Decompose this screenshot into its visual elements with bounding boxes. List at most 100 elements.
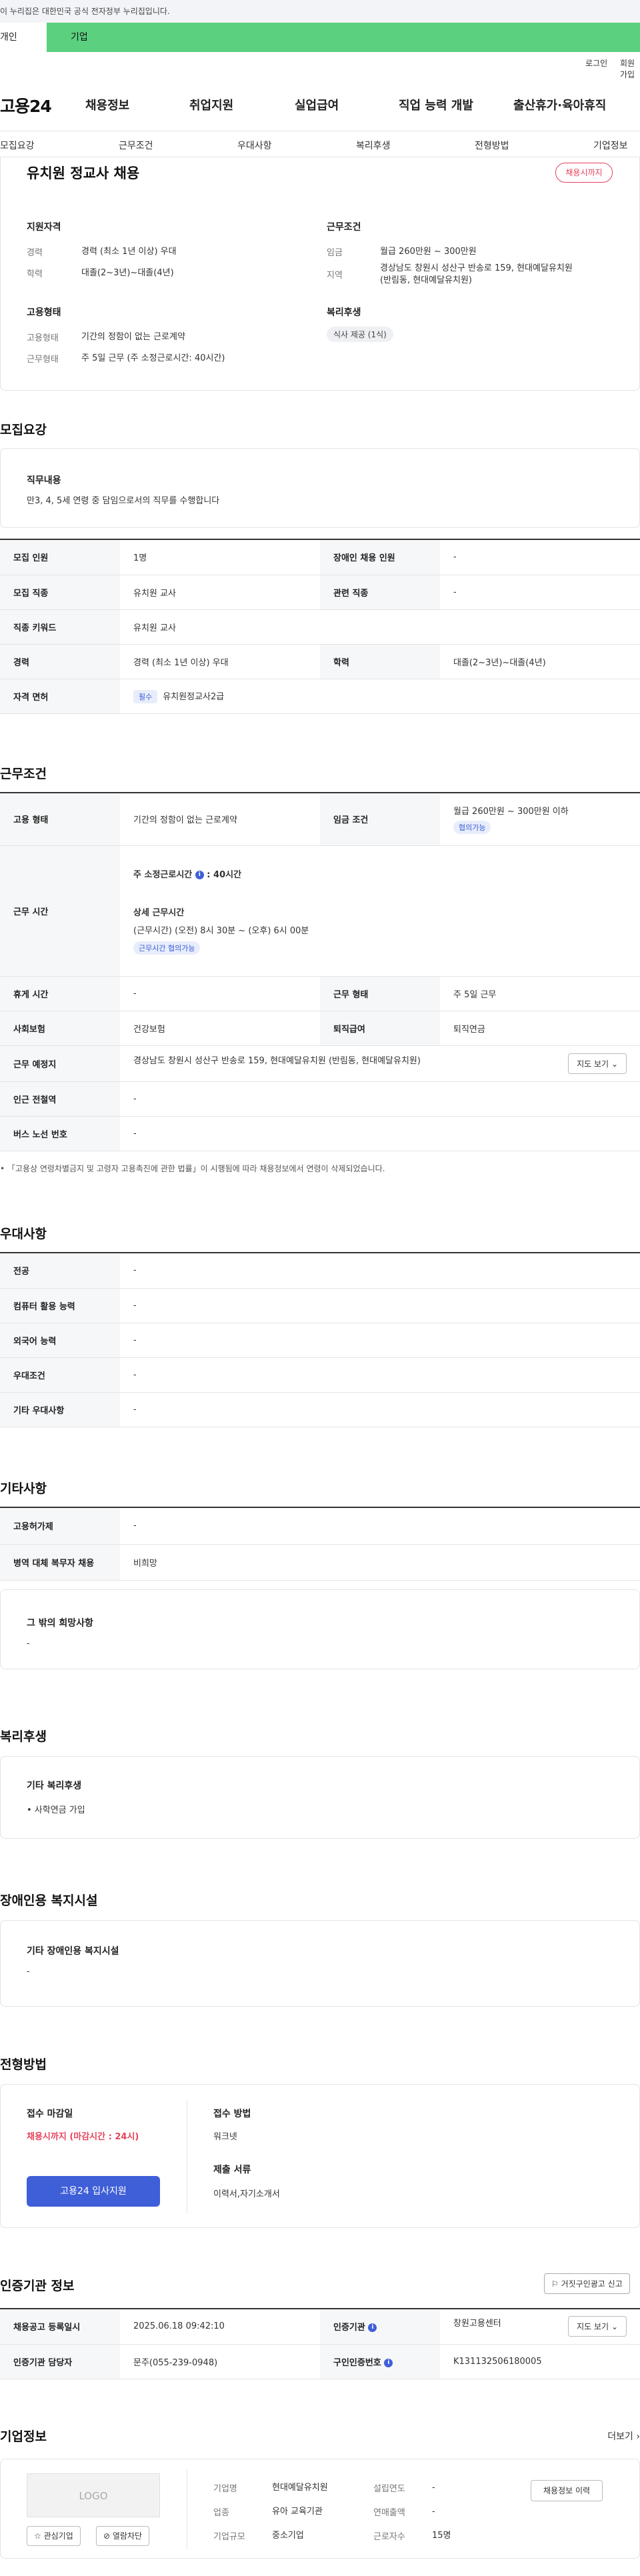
company-sales-label: 연매출액 [373, 2508, 405, 2518]
hours-cell: 주 소정근로시간 i : 40시간 상세 근무시간 (근무시간) (오전) 8시… [120, 845, 640, 977]
reg-date-label: 채용공고 등록일시 [0, 2309, 120, 2345]
subway-value: - [120, 1081, 640, 1117]
pc-label: 컴퓨터 활용 능력 [0, 1288, 120, 1323]
welfare-card-heading: 기타 복리후생 [27, 1781, 82, 1791]
gnb-item-unemployment[interactable]: 실업급여 [295, 96, 339, 113]
table-row: 전공 - [0, 1253, 640, 1289]
pref-cond-value: - [120, 1357, 640, 1393]
flag-icon: ⚐ [551, 2279, 559, 2289]
login-link[interactable]: 로그인 [585, 57, 607, 69]
lang-value: - [120, 1323, 640, 1358]
disability-card-heading: 기타 장애인용 복지시설 [27, 1946, 119, 1957]
chevron-right-icon: › [636, 2431, 640, 2442]
summary-edu-label: 학력 [27, 269, 43, 279]
subnav-recruit[interactable]: 모집요강 [0, 139, 35, 152]
info-icon[interactable]: i [384, 2358, 393, 2367]
gov-notice: 이 누리집은 대한민국 공식 전자정부 누리집입니다. [0, 0, 640, 23]
table-row: 인근 전철역 - [0, 1081, 640, 1117]
summary-career-label: 경력 [27, 248, 43, 258]
pref-etc-value: - [120, 1392, 640, 1427]
wage-label: 임금 조건 [320, 793, 440, 846]
company-name-value: 현대예달유치원 [272, 2483, 328, 2493]
subnav-company[interactable]: 기업정보 [593, 139, 628, 152]
subnav-preference[interactable]: 우대사항 [237, 139, 272, 152]
conditions-table: 고용 형태 기간의 정함이 없는 근로계약 임금 조건 월급 260만원 ~ 3… [0, 792, 640, 1151]
subnav-welfare[interactable]: 복리후생 [356, 139, 391, 152]
disability-card [0, 1920, 640, 2007]
apply-button[interactable]: 고용24 입사지원 [27, 2176, 160, 2207]
pref-etc-label: 기타 우대사항 [0, 1392, 120, 1427]
table-row: 휴게 시간 - 근무 형태 주 5일 근무 [0, 976, 640, 1011]
recruit-section-title: 모집요강 [0, 423, 47, 437]
rest-value: - [120, 976, 320, 1011]
table-row: 병역 대체 복무자 채용 비희망 [0, 1544, 640, 1581]
site-logo[interactable]: 고용24 [0, 93, 52, 117]
welfare-section-title: 복리후생 [0, 1729, 47, 1744]
summary-emptype-value: 기간의 정함이 없는 근로계약 [81, 332, 185, 342]
wage-negotiable-tag: 협의가능 [453, 821, 491, 835]
weekly-hours: 주 소정근로시간 i : 40시간 [133, 869, 242, 880]
info-icon[interactable]: i [195, 870, 204, 879]
reg-date-value: 2025.06.18 09:42:10 [120, 2309, 320, 2345]
star-icon: ☆ [34, 2531, 41, 2541]
table-row: 버스 노선 번호 - [0, 1116, 640, 1151]
global-nav: 고용24 채용정보 취업지원 실업급여 직업 능력 개발 출산휴가·육아휴직 [0, 85, 640, 123]
edu-label: 학력 [320, 644, 440, 679]
cert-num-label: 구인인증번호 i [320, 2344, 440, 2379]
gnb-item-jobs[interactable]: 채용정보 [85, 96, 129, 113]
gnb-item-support[interactable]: 취업지원 [189, 96, 233, 113]
edu-value: 대졸(2~3년)~대졸(4년) [440, 644, 640, 679]
job-value: 유치원 교사 [120, 575, 320, 610]
map-button[interactable]: 지도 보기 ⌄ [568, 1053, 627, 1074]
required-tag: 필수 [133, 689, 158, 703]
agency-map-button[interactable]: 지도 보기 ⌄ [568, 2316, 627, 2337]
chevron-down-icon: ⌄ [611, 1059, 618, 1069]
pref-cond-label: 우대조건 [0, 1357, 120, 1393]
job-title: 유치원 정교사 채용 [27, 165, 140, 181]
report-button[interactable]: ⚐ 거짓구인광고 신고 [544, 2273, 630, 2294]
company-employees-value: 15명 [432, 2531, 451, 2541]
table-row: 인증기관 담당자 문주(055-239-0948) 구인인증번호 i K1311… [0, 2344, 640, 2379]
tab-corporate[interactable]: 기업 [47, 23, 640, 52]
duty-heading: 직무내용 [27, 475, 61, 486]
favorite-company-button[interactable]: ☆ 관심기업 [27, 2526, 81, 2546]
welfare-chip: 식사 제공 (1식) [327, 327, 393, 342]
summary-career-value: 경력 (최소 1년 이상) 우대 [81, 247, 177, 257]
wage-value: 월급 260만원 ~ 300만원 이하 [453, 807, 569, 817]
major-value: - [120, 1253, 640, 1289]
license-value: 필수 유치원정교사2급 [120, 679, 640, 714]
insurance-label: 사회보험 [0, 1011, 120, 1046]
lang-label: 외국어 능력 [0, 1323, 120, 1358]
rest-label: 휴게 시간 [0, 976, 120, 1011]
signup-link[interactable]: 회원가입 [620, 57, 640, 80]
tab-individual[interactable]: 개인 [0, 23, 47, 52]
block-icon: ⊘ [103, 2531, 111, 2541]
subnav-conditions[interactable]: 근무조건 [119, 139, 153, 152]
job-history-button[interactable]: 채용정보 이력 [531, 2480, 603, 2501]
wish-heading: 그 밖의 희망사항 [27, 1618, 93, 1629]
company-name-label: 기업명 [213, 2484, 237, 2494]
preference-table: 전공 - 컴퓨터 활용 능력 - 외국어 능력 - 우대조건 - 기타 우대사항 - [0, 1252, 640, 1427]
count-value: 1명 [120, 540, 320, 575]
gnb-item-leave[interactable]: 출산휴가·육아휴직 [513, 96, 606, 113]
company-year-value: - [432, 2483, 435, 2493]
emp-value: 기간의 정함이 없는 근로계약 [120, 793, 320, 846]
disabled-label: 장애인 채용 인원 [320, 540, 440, 575]
subnav-selection[interactable]: 전형방법 [475, 139, 509, 152]
wish-value: - [27, 1639, 30, 1649]
gnb-item-training[interactable]: 직업 능력 개발 [399, 96, 473, 113]
manager-value: 문주(055-239-0948) [120, 2344, 320, 2379]
block-view-button[interactable]: ⊘ 열람차단 [96, 2526, 150, 2546]
hours-detail-value: (근무시간) (오전) 8시 30분 ~ (오후) 6시 00분 [133, 925, 309, 936]
disability-section-title: 장애인용 복지시설 [0, 1893, 98, 1908]
company-size-value: 중소기업 [272, 2531, 304, 2541]
more-link[interactable]: 더보기 › [607, 2429, 640, 2443]
insurance-value: 건강보험 [120, 1011, 320, 1046]
retire-value: 퇴직연금 [440, 1011, 640, 1046]
section-nav: 모집요강 근무조건 우대사항 복리후생 전형방법 기업정보 [0, 131, 640, 157]
table-row: 직종 키워드 유치원 교사 [0, 609, 640, 645]
welfare-card-value: • 사학연금 가입 [27, 1805, 85, 1815]
chevron-down-icon: ⌄ [611, 2322, 618, 2332]
table-row: 외국어 능력 - [0, 1323, 640, 1358]
info-icon[interactable]: i [368, 2323, 377, 2333]
